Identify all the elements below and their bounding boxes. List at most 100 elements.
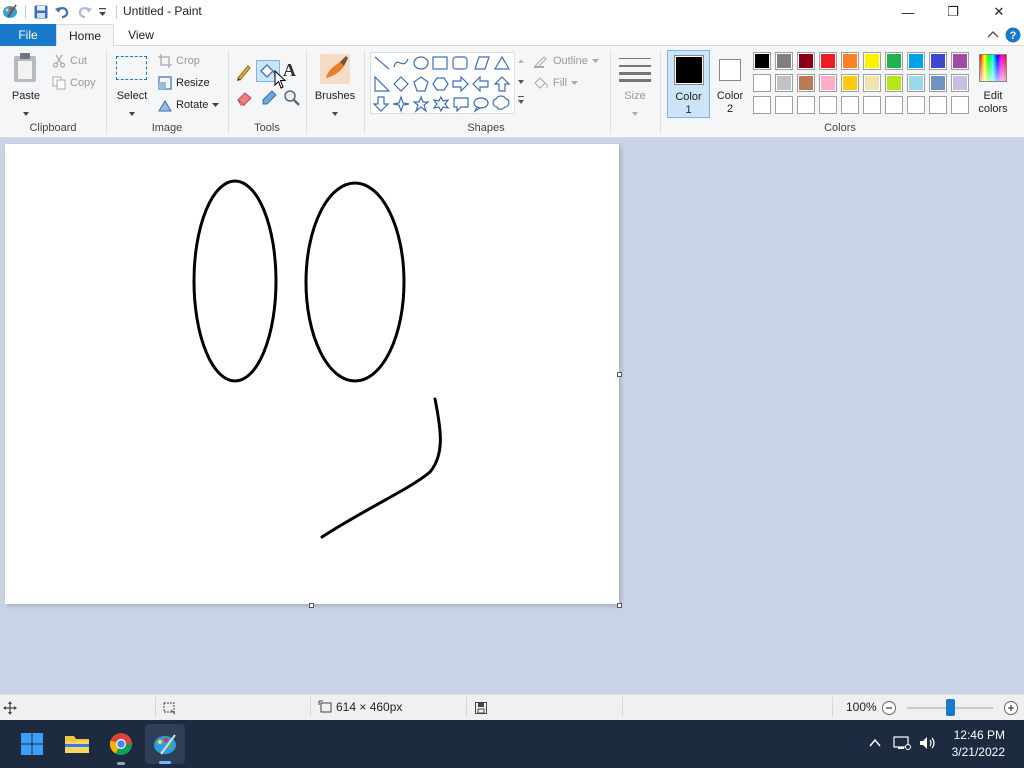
color-swatch[interactable] (863, 52, 881, 70)
drawing-canvas[interactable] (5, 144, 619, 604)
select-label: Select (116, 90, 148, 102)
color-swatch[interactable] (775, 52, 793, 70)
crop-button[interactable]: Crop (158, 54, 200, 68)
rotate-button[interactable]: Rotate (158, 98, 220, 112)
volume-icon[interactable] (919, 735, 937, 751)
magnifier-tool[interactable] (282, 88, 302, 108)
cut-button[interactable]: Cut (52, 54, 87, 68)
chrome-icon (109, 733, 132, 755)
color-swatch[interactable] (863, 74, 881, 92)
color-swatch[interactable] (775, 96, 793, 114)
paint-taskbar-button[interactable] (145, 724, 185, 764)
chrome-running-indicator (117, 762, 125, 765)
color1-button[interactable]: Color 1 (667, 50, 710, 118)
color-swatch[interactable] (819, 74, 837, 92)
network-icon[interactable] (893, 735, 911, 751)
save-icon[interactable] (33, 4, 49, 20)
shapes-icon-grid (372, 55, 511, 113)
tab-home[interactable]: Home (56, 24, 114, 47)
copy-button[interactable]: Copy (52, 76, 96, 90)
pencil-tool[interactable] (234, 62, 254, 82)
color1-label-line2: 1 (685, 104, 692, 116)
color-swatch[interactable] (753, 74, 771, 92)
color-swatch[interactable] (753, 96, 771, 114)
resize-button[interactable]: Resize (158, 76, 210, 90)
color-swatch[interactable] (907, 96, 925, 114)
size-button[interactable]: Size (616, 50, 654, 118)
color-swatch[interactable] (951, 96, 969, 114)
gallery-scroll-arrows-icon (518, 59, 524, 104)
canvas-size-icon (318, 700, 332, 713)
canvas-resize-handle-right[interactable] (617, 372, 622, 377)
color-swatch[interactable] (841, 74, 859, 92)
chrome-button[interactable] (105, 728, 137, 760)
pencil-icon (237, 65, 251, 81)
color-swatch[interactable] (885, 96, 903, 114)
color-swatch[interactable] (819, 52, 837, 70)
minimize-button[interactable]: — (885, 0, 931, 24)
color-swatch[interactable] (797, 96, 815, 114)
close-button[interactable]: ✕ (976, 0, 1022, 24)
collapse-ribbon-icon[interactable] (985, 27, 1001, 43)
eraser-tool[interactable] (235, 88, 255, 108)
redo-icon[interactable] (77, 4, 93, 20)
restore-button[interactable]: ❐ (930, 0, 976, 24)
paste-button[interactable]: Paste (6, 50, 46, 118)
color-swatch[interactable] (929, 52, 947, 70)
canvas-resize-handle-bottom[interactable] (309, 603, 314, 608)
tab-file[interactable]: File (0, 24, 56, 46)
clock-date[interactable]: 3/21/2022 (940, 745, 1005, 759)
color-swatch[interactable] (775, 74, 793, 92)
zoom-slider-thumb[interactable] (946, 699, 955, 716)
color-swatch[interactable] (841, 96, 859, 114)
color1-swatch (674, 55, 704, 85)
outline-button[interactable]: Outline (533, 54, 599, 68)
color-swatch[interactable] (951, 74, 969, 92)
select-button[interactable]: Select (112, 50, 152, 118)
edit-colors-button[interactable]: Edit colors (974, 50, 1012, 118)
edit-colors-label-line2: colors (978, 103, 1008, 115)
size-label: Size (624, 90, 646, 102)
ribbon-separator (660, 50, 661, 134)
color2-button[interactable]: Color 2 (712, 50, 748, 118)
zoom-in-button[interactable] (1003, 700, 1019, 716)
color-swatch[interactable] (819, 96, 837, 114)
paint-active-indicator (159, 761, 171, 764)
color-swatch[interactable] (929, 96, 947, 114)
fill-icon (534, 77, 548, 89)
canvas-workspace[interactable] (0, 138, 1024, 694)
zoom-out-button[interactable] (881, 700, 897, 716)
color-swatch[interactable] (885, 74, 903, 92)
tab-view[interactable]: View (118, 24, 164, 46)
color-swatch[interactable] (841, 52, 859, 70)
color-swatch[interactable] (797, 74, 815, 92)
color-swatch[interactable] (907, 74, 925, 92)
palette-row (753, 74, 973, 92)
brushes-button[interactable]: Brushes (312, 50, 358, 118)
help-icon[interactable]: ? (1005, 27, 1021, 43)
paint-app-icon[interactable] (2, 3, 18, 19)
paste-icon (14, 53, 36, 82)
undo-icon[interactable] (54, 4, 70, 20)
canvas-resize-handle-corner[interactable] (617, 603, 622, 608)
shapes-gallery-scrollbar[interactable] (514, 52, 526, 114)
rotate-icon (158, 100, 172, 112)
show-hidden-icons-button[interactable] (868, 736, 882, 750)
customize-quick-access-icon[interactable] (98, 6, 108, 18)
color-palette (753, 52, 973, 116)
close-icon: ✕ (993, 4, 1005, 19)
color-swatch[interactable] (863, 96, 881, 114)
color-swatch[interactable] (797, 52, 815, 70)
color-swatch[interactable] (907, 52, 925, 70)
file-explorer-button[interactable] (61, 728, 93, 760)
shapes-gallery[interactable] (370, 52, 526, 114)
color-picker-tool[interactable] (259, 88, 279, 108)
palette-row (753, 96, 973, 114)
color-swatch[interactable] (951, 52, 969, 70)
start-button[interactable] (16, 728, 48, 760)
color-swatch[interactable] (885, 52, 903, 70)
clock-time[interactable]: 12:46 PM (940, 728, 1005, 742)
fill-button[interactable]: Fill (533, 76, 579, 90)
color-swatch[interactable] (929, 74, 947, 92)
color-swatch[interactable] (753, 52, 771, 70)
